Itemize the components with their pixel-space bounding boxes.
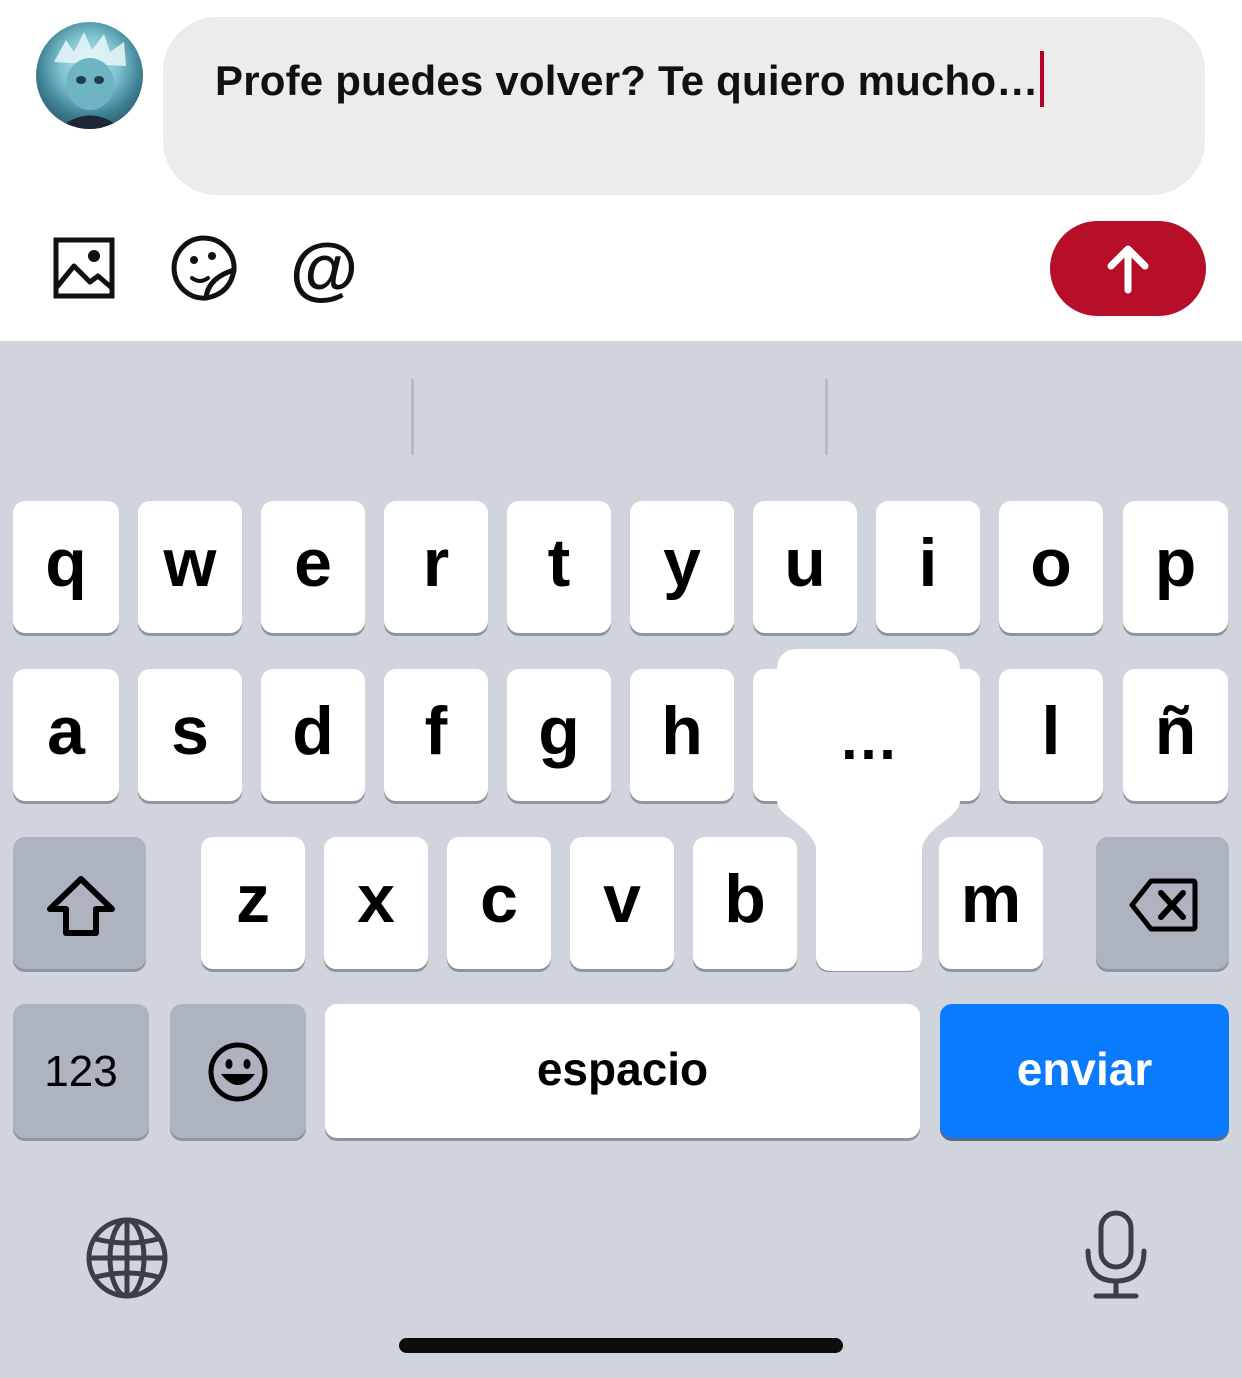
shift-icon (47, 876, 115, 936)
key-u[interactable]: u (753, 501, 857, 633)
space-key[interactable]: espacio (325, 1004, 920, 1138)
comment-text: Profe puedes volver? Te quiero mucho… (215, 51, 1045, 107)
key-y[interactable]: y (630, 501, 734, 633)
home-indicator[interactable] (399, 1338, 843, 1353)
key-r[interactable]: r (384, 501, 488, 633)
numbers-key[interactable]: 123 (13, 1004, 149, 1138)
emoji-key[interactable] (170, 1004, 306, 1138)
send-button[interactable] (1050, 221, 1206, 316)
image-icon[interactable] (48, 232, 120, 304)
mention-icon[interactable]: @ (288, 232, 360, 304)
keyboard: q w e r t y u i o p a s d f g h j k l ñ … (0, 341, 1242, 1378)
globe-icon[interactable] (84, 1215, 170, 1301)
key-a[interactable]: a (13, 669, 119, 801)
key-x[interactable]: x (324, 837, 428, 969)
emoji-icon (208, 1042, 268, 1102)
key-v[interactable]: v (570, 837, 674, 969)
composer: Profe puedes volver? Te quiero mucho… @ (0, 0, 1242, 341)
key-d[interactable]: d (261, 669, 365, 801)
key-g[interactable]: g (507, 669, 611, 801)
arrow-up-icon (1107, 245, 1149, 294)
key-t[interactable]: t (507, 501, 611, 633)
popup-label: … (838, 705, 899, 772)
suggestion-divider (411, 379, 414, 455)
microphone-icon[interactable] (1082, 1209, 1150, 1301)
return-key[interactable]: enviar (940, 1004, 1229, 1138)
key-c[interactable]: c (447, 837, 551, 969)
shift-key[interactable] (13, 837, 146, 969)
text-caret (1040, 51, 1045, 107)
key-i[interactable]: i (876, 501, 980, 633)
key-s[interactable]: s (138, 669, 242, 801)
suggestion-divider (825, 379, 828, 455)
key-w[interactable]: w (138, 501, 242, 633)
sticker-icon[interactable] (168, 232, 240, 304)
avatar[interactable] (36, 22, 143, 129)
key-p[interactable]: p (1123, 501, 1228, 633)
key-e[interactable]: e (261, 501, 365, 633)
key-h[interactable]: h (630, 669, 734, 801)
key-l[interactable]: l (999, 669, 1103, 801)
key-o[interactable]: o (999, 501, 1103, 633)
delete-icon (1129, 878, 1198, 932)
key-f[interactable]: f (384, 669, 488, 801)
delete-key[interactable] (1096, 837, 1229, 969)
comment-input[interactable]: Profe puedes volver? Te quiero mucho… (163, 17, 1205, 195)
key-q[interactable]: q (13, 501, 119, 633)
key-popup: … (777, 649, 960, 971)
key-n-tilde[interactable]: ñ (1123, 669, 1228, 801)
key-z[interactable]: z (201, 837, 305, 969)
